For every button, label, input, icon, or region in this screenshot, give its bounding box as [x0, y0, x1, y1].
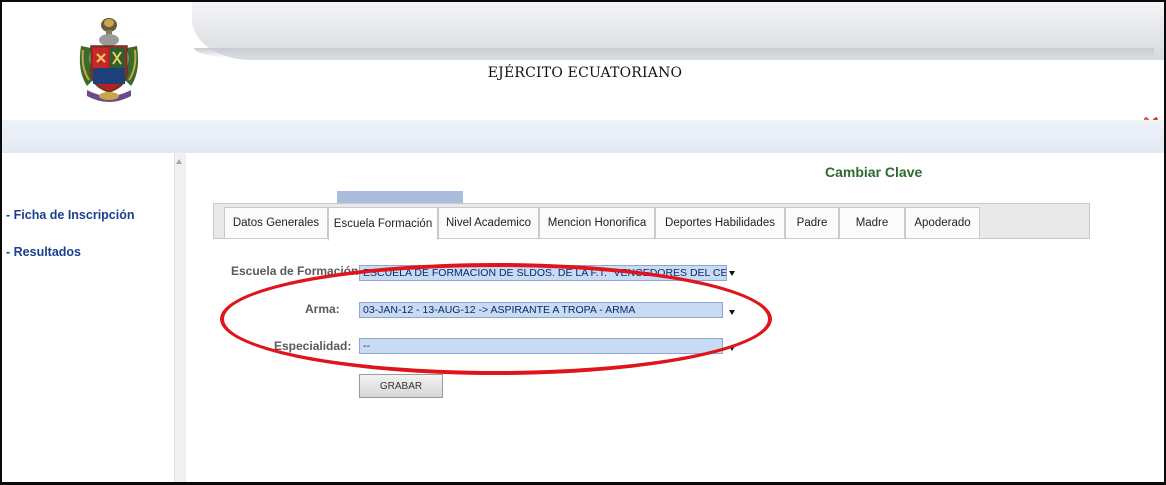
specialty-select[interactable]: --	[359, 338, 723, 354]
tab-nivel-academico[interactable]: Nivel Academico	[438, 207, 539, 239]
tab-bar: Datos Generales Escuela Formación Nivel …	[213, 203, 1090, 241]
arma-label: Arma:	[305, 302, 340, 316]
sidebar: - Ficha de Inscripción - Resultados	[2, 153, 174, 482]
subheader-bar	[2, 120, 1164, 153]
school-select[interactable]: ESCUELA DE FORMACION DE SLDOS. DE LA F.T…	[359, 265, 727, 281]
tab-mencion-honorifica[interactable]: Mencion Honorifica	[539, 207, 655, 239]
tab-datos-generales[interactable]: Datos Generales	[224, 207, 328, 239]
tab-deportes-habilidades[interactable]: Deportes Habilidades	[655, 207, 785, 239]
sidebar-item-ficha-inscripcion[interactable]: - Ficha de Inscripción	[6, 208, 135, 222]
chevron-down-icon[interactable]	[729, 310, 735, 315]
tab-madre[interactable]: Madre	[839, 207, 905, 239]
tab-apoderado[interactable]: Apoderado	[905, 207, 980, 239]
header: EJÉRCITO ECUATORIANO	[2, 2, 1164, 131]
change-password-link[interactable]: Cambiar Clave	[825, 164, 922, 180]
header-band-shadow	[194, 48, 1154, 58]
tab-escuela-formacion[interactable]: Escuela Formación	[328, 207, 438, 241]
school-label: Escuela de Formación:	[231, 264, 363, 278]
sidebar-scrollbar[interactable]	[174, 153, 186, 482]
tab-padre[interactable]: Padre	[785, 207, 839, 239]
save-button[interactable]: GRABAR	[359, 374, 443, 398]
chevron-down-icon[interactable]	[729, 271, 735, 276]
scroll-up-arrow-icon[interactable]	[176, 159, 182, 164]
arma-select[interactable]: 03-JAN-12 - 13-AUG-12 -> ASPIRANTE A TRO…	[359, 302, 723, 318]
army-coat-of-arms-icon	[79, 18, 139, 102]
specialty-label: Especialidad:	[274, 339, 352, 353]
sidebar-item-resultados[interactable]: - Resultados	[6, 245, 81, 259]
chevron-down-icon[interactable]	[729, 346, 735, 351]
app-window: EJÉRCITO ECUATORIANO - Ficha de Inscripc…	[0, 0, 1166, 485]
app-title: EJÉRCITO ECUATORIANO	[487, 65, 683, 81]
